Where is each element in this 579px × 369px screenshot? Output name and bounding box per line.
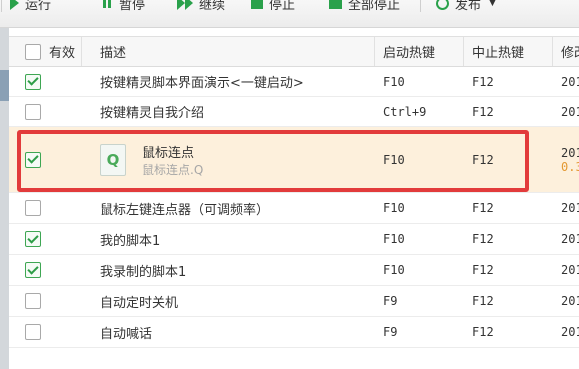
table-row[interactable]: 我录制的脚本1 F10 F12 201 [9, 255, 579, 286]
start-hotkey: Ctrl+9 [383, 104, 427, 119]
enabled-checkbox[interactable] [25, 73, 41, 90]
column-header-start-hotkey[interactable]: 启动热键 [375, 37, 464, 66]
column-header-stop-hotkey[interactable]: 中止热键 [464, 37, 553, 66]
stop-all-label: 全部停止 [348, 0, 401, 13]
start-hotkey: F10 [383, 201, 405, 215]
left-tree-panel[interactable] [0, 28, 9, 369]
resume-label: 继续 [199, 0, 226, 13]
table-row[interactable]: 按键精灵脚本界面演示<一键启动> F10 F12 201 [9, 67, 579, 97]
table-header: 有效 描述 启动热键 中止热键 修改 [9, 36, 579, 67]
publish-label: 发布 [455, 0, 482, 13]
resume-button[interactable]: 继续 [177, 0, 225, 13]
script-list: 有效 描述 启动热键 中止热键 修改 按键精灵脚本界面演示<一键启动> F10 … [9, 28, 579, 369]
enabled-checkbox[interactable] [25, 231, 41, 247]
pause-button[interactable]: 暂停 [103, 0, 145, 13]
stop-all-button[interactable]: 全部停止 [329, 0, 400, 13]
start-hotkey: F10 [383, 232, 405, 246]
stop-hotkey: F12 [472, 201, 494, 215]
stop-hotkey: F12 [472, 263, 494, 277]
script-description: 我录制的脚本1 [100, 264, 187, 280]
publish-icon [436, 0, 449, 10]
script-file-icon: Q [100, 143, 126, 176]
modified-date: 201 [561, 104, 579, 119]
modified-time: 0.3 [561, 159, 579, 174]
stop-hotkey: F12 [472, 294, 494, 308]
publish-button[interactable]: 发布 ▼ [436, 0, 496, 13]
table-row-selected[interactable]: Q 鼠标连点 鼠标连点.Q F10 F12 201 0.3 [9, 127, 579, 193]
enabled-checkbox[interactable] [25, 200, 41, 216]
stop-all-icon [329, 0, 342, 9]
modified-date: 201 [561, 145, 579, 160]
script-description: 鼠标左键连点器（可调频率） [100, 202, 270, 218]
column-label: 有效 [49, 46, 76, 61]
modified-date: 201 [561, 74, 579, 89]
column-header-description[interactable]: 描述 [82, 37, 375, 66]
toolbar: 运行 暂停 继续 停止 全部停止 发布 ▼ [0, 0, 579, 28]
modified-date: 201 [561, 325, 579, 339]
toolbar-divider [1, 0, 2, 12]
column-label: 描述 [100, 46, 127, 61]
stop-hotkey: F12 [472, 104, 494, 119]
modified-date: 201 [561, 263, 579, 277]
script-description: 按键精灵自我介绍 [100, 106, 205, 121]
pause-icon [103, 0, 113, 12]
column-header-modified[interactable]: 修改 [553, 37, 579, 66]
stop-hotkey: F12 [472, 325, 494, 339]
run-button[interactable]: 运行 [10, 0, 51, 13]
script-filename: 鼠标连点.Q [142, 162, 204, 177]
start-hotkey: F10 [383, 263, 405, 277]
start-hotkey: F10 [383, 152, 405, 167]
toolbar-divider [420, 0, 421, 12]
column-label: 启动热键 [383, 46, 436, 61]
column-header-enabled[interactable]: 有效 [9, 37, 82, 66]
modified-date: 201 [561, 201, 579, 215]
script-description: 我的脚本1 [100, 233, 161, 249]
stop-label: 停止 [269, 0, 296, 13]
stop-hotkey: F12 [472, 232, 494, 246]
run-label: 运行 [25, 0, 52, 13]
script-description: 鼠标连点 [142, 145, 195, 161]
enabled-checkbox[interactable] [25, 293, 41, 309]
pause-label: 暂停 [119, 0, 146, 13]
enabled-checkbox[interactable] [25, 324, 41, 340]
chevron-down-icon: ▼ [489, 0, 496, 8]
play-icon [10, 0, 19, 10]
table-row[interactable]: 按键精灵自我介绍 Ctrl+9 F12 201 [9, 97, 579, 127]
enabled-checkbox[interactable] [25, 262, 41, 278]
stop-button[interactable]: 停止 [251, 0, 295, 13]
stop-icon [251, 0, 263, 9]
tree-selection [0, 70, 9, 101]
fast-forward-icon [177, 0, 193, 10]
table-row[interactable]: 自动定时关机 F9 F12 201 [9, 286, 579, 317]
start-hotkey: F9 [383, 294, 398, 308]
table-row[interactable]: 自动喊话 F9 F12 201 [9, 317, 579, 348]
select-all-checkbox[interactable] [25, 43, 41, 60]
script-description: 按键精灵脚本界面演示<一键启动> [100, 76, 304, 91]
column-label: 中止热键 [472, 46, 525, 61]
enabled-checkbox[interactable] [25, 151, 41, 168]
script-description: 自动喊话 [100, 326, 153, 342]
modified-date: 201 [561, 232, 579, 246]
enabled-checkbox[interactable] [25, 103, 41, 120]
modified-date: 201 [561, 294, 579, 308]
column-label: 修改 [561, 46, 579, 61]
script-description: 自动定时关机 [100, 295, 179, 311]
table-row[interactable]: 我的脚本1 F10 F12 201 [9, 224, 579, 255]
start-hotkey: F10 [383, 74, 405, 89]
start-hotkey: F9 [383, 325, 398, 339]
table-row[interactable]: 鼠标左键连点器（可调频率） F10 F12 201 [9, 193, 579, 224]
stop-hotkey: F12 [472, 74, 494, 89]
stop-hotkey: F12 [472, 152, 494, 167]
